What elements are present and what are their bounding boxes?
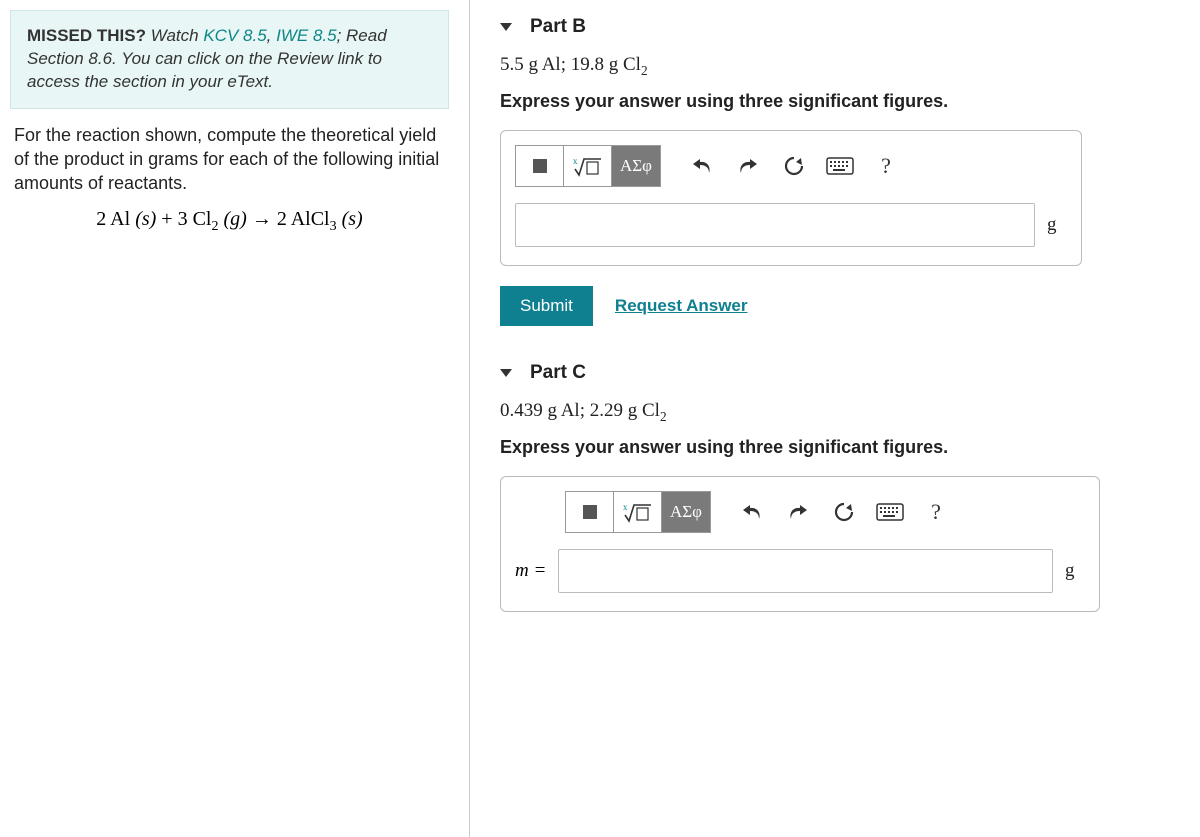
part-c-answer-input[interactable] bbox=[558, 549, 1053, 593]
help-icon[interactable]: ? bbox=[913, 492, 959, 532]
svg-text:x: x bbox=[573, 156, 578, 166]
redo-icon[interactable] bbox=[725, 146, 771, 186]
part-b-actions: Submit Request Answer bbox=[500, 286, 1186, 326]
reset-icon[interactable] bbox=[821, 492, 867, 532]
part-c-body: 0.439 g Al; 2.29 g Cl2 Express your answ… bbox=[500, 390, 1186, 642]
part-b-input-row: g bbox=[515, 203, 1067, 247]
problem-text: For the reaction shown, compute the theo… bbox=[14, 123, 445, 196]
greek-button[interactable]: ΑΣφ bbox=[612, 146, 660, 186]
root-icon[interactable]: x bbox=[614, 492, 662, 532]
caret-down-icon bbox=[500, 369, 512, 377]
kcv-link[interactable]: KCV 8.5 bbox=[203, 26, 266, 45]
keyboard-icon[interactable] bbox=[867, 492, 913, 532]
hint-bold: MISSED THIS? bbox=[27, 26, 146, 45]
part-b-unit: g bbox=[1047, 214, 1067, 236]
part-c-toolbar: x ΑΣφ ? bbox=[515, 491, 1085, 533]
part-c-var-label: m = bbox=[515, 560, 546, 582]
part-b-toolbar: x ΑΣφ ? bbox=[515, 145, 1067, 187]
part-c-input-row: m = g bbox=[515, 549, 1085, 593]
part-b-body: 5.5 g Al; 19.8 g Cl2 Express your answer… bbox=[500, 44, 1186, 356]
format-group: x ΑΣφ bbox=[565, 491, 711, 533]
root-icon[interactable]: x bbox=[564, 146, 612, 186]
part-c-unit: g bbox=[1065, 560, 1085, 582]
left-column: MISSED THIS? Watch KCV 8.5, IWE 8.5; Rea… bbox=[0, 0, 470, 837]
reset-icon[interactable] bbox=[771, 146, 817, 186]
hint-box: MISSED THIS? Watch KCV 8.5, IWE 8.5; Rea… bbox=[10, 10, 449, 109]
caret-down-icon bbox=[500, 23, 512, 31]
undo-icon[interactable] bbox=[729, 492, 775, 532]
format-group: x ΑΣφ bbox=[515, 145, 661, 187]
keyboard-icon[interactable] bbox=[817, 146, 863, 186]
submit-button[interactable]: Submit bbox=[500, 286, 593, 326]
part-c-title: Part C bbox=[530, 362, 586, 384]
right-column: Part B 5.5 g Al; 19.8 g Cl2 Express your… bbox=[470, 0, 1200, 837]
svg-text:x: x bbox=[623, 502, 628, 512]
help-icon[interactable]: ? bbox=[863, 146, 909, 186]
template-icon[interactable] bbox=[566, 492, 614, 532]
iwe-link[interactable]: IWE 8.5 bbox=[276, 26, 336, 45]
part-b-given: 5.5 g Al; 19.8 g Cl2 bbox=[500, 54, 1186, 79]
part-b-header[interactable]: Part B bbox=[500, 10, 1186, 44]
request-answer-link[interactable]: Request Answer bbox=[615, 296, 748, 316]
undo-icon[interactable] bbox=[679, 146, 725, 186]
part-c-instruction: Express your answer using three signific… bbox=[500, 437, 1186, 458]
template-icon[interactable] bbox=[516, 146, 564, 186]
part-c-given: 0.439 g Al; 2.29 g Cl2 bbox=[500, 400, 1186, 425]
reaction-equation: 2 Al (s) + 3 Cl2 (g) → 2 AlCl3 (s) bbox=[10, 208, 449, 235]
redo-icon[interactable] bbox=[775, 492, 821, 532]
greek-button[interactable]: ΑΣφ bbox=[662, 492, 710, 532]
part-c-header[interactable]: Part C bbox=[500, 356, 1186, 390]
part-b-instruction: Express your answer using three signific… bbox=[500, 91, 1186, 112]
part-b-answer-input[interactable] bbox=[515, 203, 1035, 247]
part-b-title: Part B bbox=[530, 16, 586, 38]
part-b-answer-box: x ΑΣφ ? bbox=[500, 130, 1082, 266]
part-c-answer-box: x ΑΣφ ? m = bbox=[500, 476, 1100, 612]
